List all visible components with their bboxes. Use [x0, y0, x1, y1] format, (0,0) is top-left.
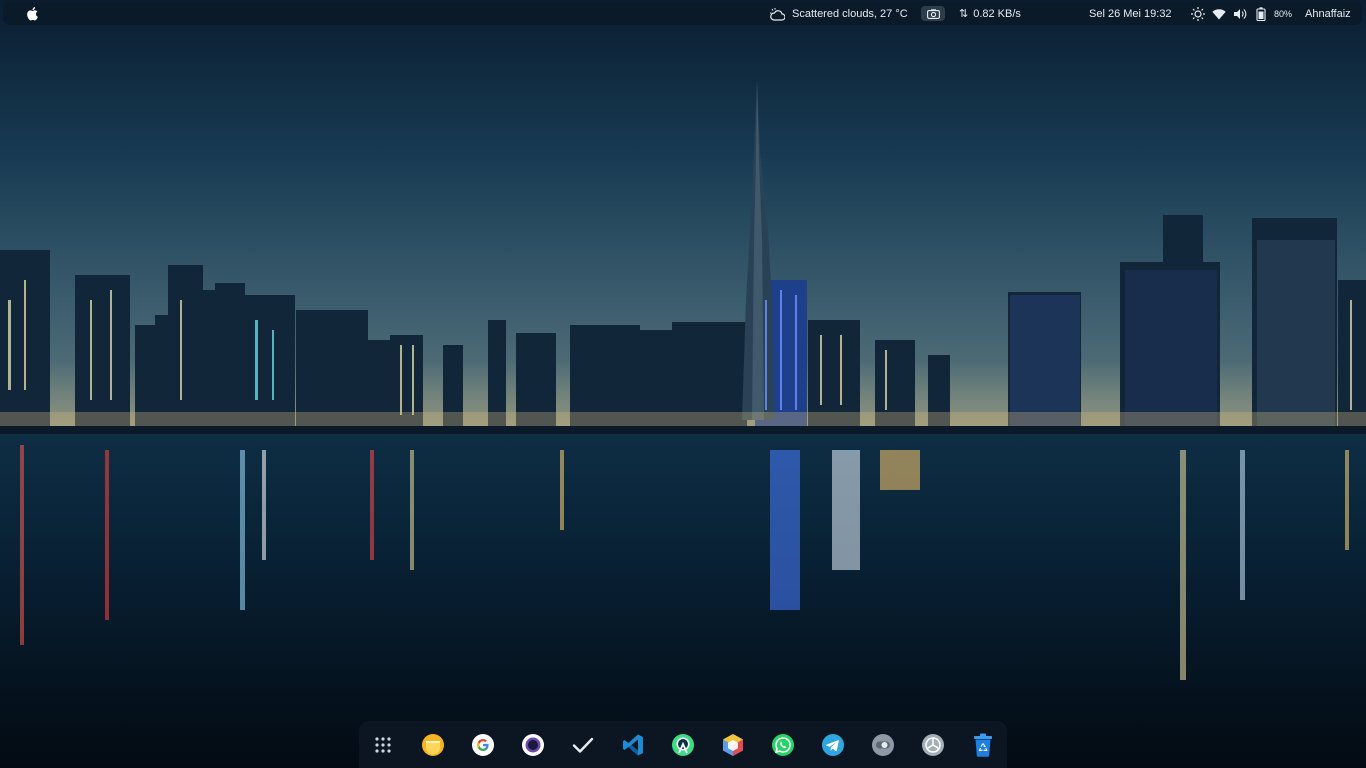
android-studio-icon [672, 734, 694, 756]
dock-item-screen-recorder[interactable] [521, 733, 545, 757]
google-icon [472, 734, 494, 756]
dock-item-files[interactable] [421, 733, 445, 757]
user-menu[interactable]: Ahnaffaiz [1305, 2, 1351, 25]
whatsapp-icon [772, 734, 794, 756]
checkmark-icon [572, 737, 594, 753]
dock-item-vs-code[interactable] [621, 733, 645, 757]
wifi-icon[interactable] [1211, 6, 1227, 22]
dock-item-whatsapp[interactable] [771, 733, 795, 757]
record-icon [522, 734, 544, 756]
vscode-icon [623, 734, 643, 756]
weather-indicator[interactable]: Scattered clouds, 27 °C [769, 2, 908, 25]
dock-item-virtualbox[interactable] [721, 733, 745, 757]
weather-text: Scattered clouds, 27 °C [792, 7, 908, 20]
settings-icon [922, 734, 944, 756]
dock-item-toggle-app[interactable] [871, 733, 895, 757]
cube-icon [723, 734, 743, 756]
toggle-icon [872, 734, 894, 756]
system-tray[interactable]: 80% [1190, 2, 1306, 25]
network-speed-text: 0.82 KB/s [973, 7, 1021, 20]
telegram-icon [822, 734, 844, 756]
clock[interactable]: Sel 26 Mei 19:32 [1089, 2, 1172, 25]
dock-item-trash[interactable] [971, 733, 995, 757]
dock-item-telegram[interactable] [821, 733, 845, 757]
dock [359, 721, 1007, 768]
dock-item-system-settings[interactable] [921, 733, 945, 757]
dock-item-tasks[interactable] [571, 733, 595, 757]
camera-icon [926, 8, 940, 19]
desktop-wallpaper [0, 0, 1366, 768]
battery-percent: 80% [1274, 8, 1293, 19]
battery-icon[interactable] [1253, 6, 1269, 22]
apple-logo-icon[interactable] [26, 6, 40, 21]
weather-icon [770, 7, 785, 21]
dock-item-google-chrome[interactable] [471, 733, 495, 757]
dock-item-android-studio[interactable] [671, 733, 695, 757]
top-panel: Scattered clouds, 27 °C ⇅ 0.82 KB/s Sel … [3, 2, 1362, 25]
updown-arrows-icon: ⇅ [959, 8, 969, 20]
grid-icon [375, 737, 391, 753]
app-launcher-button[interactable] [371, 733, 395, 757]
brightness-icon[interactable] [1190, 6, 1206, 22]
network-speed-indicator[interactable]: ⇅ 0.82 KB/s [959, 2, 1021, 25]
screenshot-button[interactable] [921, 6, 945, 21]
volume-icon[interactable] [1232, 6, 1248, 22]
files-icon [422, 734, 444, 756]
trash-icon [974, 733, 992, 757]
